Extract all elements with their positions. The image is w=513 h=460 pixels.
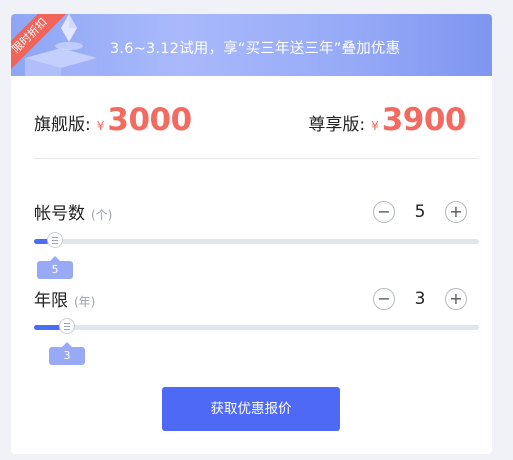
accounts-unit: (个) bbox=[91, 208, 113, 222]
years-label-text: 年限 bbox=[34, 291, 68, 311]
get-quote-button[interactable]: 获取优惠报价 bbox=[162, 387, 340, 431]
premium-price-value: 3900 bbox=[381, 102, 467, 138]
accounts-label-text: 帐号数 bbox=[34, 204, 85, 224]
accounts-value: 5 bbox=[414, 202, 426, 222]
years-unit: (年) bbox=[74, 295, 96, 309]
price-row: 旗舰版: ¥ 3000 尊享版: ¥ 3900 bbox=[34, 102, 467, 138]
years-slider-tooltip: 3 bbox=[49, 342, 85, 365]
years-slider-fill bbox=[34, 325, 61, 330]
accounts-slider-tooltip: 5 bbox=[37, 256, 73, 279]
pricing-card: 限时折扣 3.6~3.12试用，享“买三年送三年”叠加优惠 旗舰版: ¥ 300… bbox=[11, 14, 492, 454]
flagship-label: 旗舰版: bbox=[34, 115, 91, 135]
flagship-price: 旗舰版: ¥ 3000 bbox=[34, 102, 192, 138]
flagship-price-value: 3000 bbox=[107, 102, 192, 138]
years-decrement-button[interactable]: − bbox=[373, 288, 395, 310]
currency-symbol: ¥ bbox=[96, 119, 105, 133]
currency-symbol: ¥ bbox=[371, 119, 379, 133]
years-increment-button[interactable]: + bbox=[445, 288, 467, 310]
accounts-slider-handle[interactable] bbox=[47, 232, 63, 248]
years-value: 3 bbox=[414, 289, 426, 309]
accounts-increment-button[interactable]: + bbox=[445, 201, 467, 223]
accounts-decrement-button[interactable]: − bbox=[373, 201, 395, 223]
divider bbox=[34, 158, 479, 159]
premium-price: 尊享版: ¥ 3900 bbox=[308, 102, 466, 138]
years-slider-handle[interactable] bbox=[59, 318, 75, 334]
accounts-slider[interactable] bbox=[34, 232, 479, 248]
promo-banner: 限时折扣 3.6~3.12试用，享“买三年送三年”叠加优惠 bbox=[11, 14, 492, 76]
accounts-label: 帐号数 (个) bbox=[34, 199, 112, 224]
years-label: 年限 (年) bbox=[34, 286, 95, 311]
years-slider[interactable] bbox=[34, 318, 479, 334]
promo-text: 3.6~3.12试用，享“买三年送三年”叠加优惠 bbox=[110, 41, 401, 57]
premium-label: 尊享版: bbox=[308, 115, 366, 135]
